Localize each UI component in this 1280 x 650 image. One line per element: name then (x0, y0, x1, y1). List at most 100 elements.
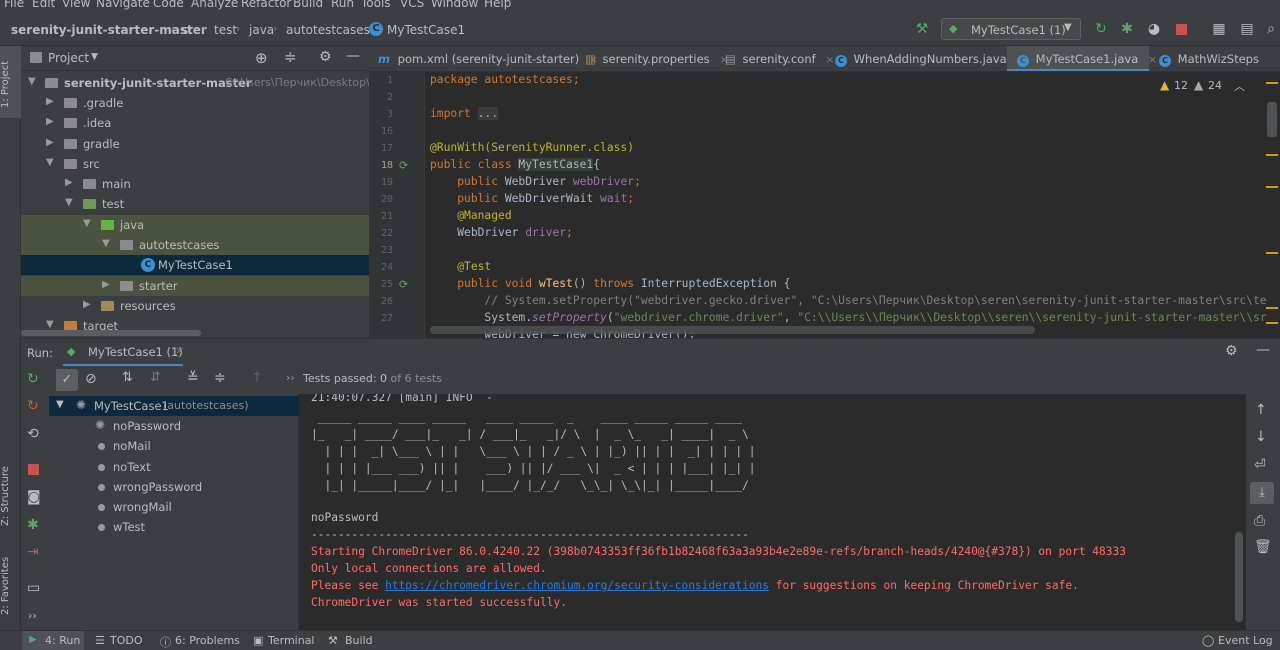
toggle-auto-test-icon[interactable]: ⟲ (27, 426, 39, 442)
tab-mathwizsteps[interactable]: C MathWizSteps (1149, 46, 1280, 71)
tab-run-mytestcase1[interactable]: ◆ MyTestCase1 (1) × (63, 339, 184, 367)
tree-item-idea[interactable]: ▶ .idea (21, 113, 369, 133)
debug-icon[interactable]: ✱ (1118, 20, 1136, 38)
layout-icon[interactable]: ▭ (27, 580, 40, 596)
project-tab-label[interactable]: 1: Project (0, 54, 21, 114)
coverage-icon[interactable]: ◕ (1145, 20, 1163, 38)
expand-all-icon[interactable]: ≚ (187, 370, 199, 386)
menu-help[interactable]: Help (484, 0, 511, 10)
debug-icon[interactable]: ✱ (27, 517, 39, 533)
test-row[interactable]: wTest (49, 517, 299, 537)
project-structure-icon[interactable]: ▦ (1210, 20, 1228, 38)
rerun-icon[interactable]: ↻ (1092, 20, 1110, 38)
tab-mytestcase1-java[interactable]: C MyTestCase1.java × (1007, 46, 1157, 71)
warning-marker[interactable] (1266, 186, 1278, 188)
breadcrumb-project[interactable]: serenity-junit-starter-master (11, 23, 207, 37)
menu-edit[interactable]: Edit (32, 0, 55, 10)
trash-icon[interactable]: 🗑 (1254, 539, 1272, 555)
sdk-icon[interactable]: ▤ (1238, 20, 1256, 38)
up-arrow-icon[interactable]: ↑ (1255, 402, 1267, 418)
tree-item-autotestcases[interactable]: ▼ autotestcases (21, 235, 369, 255)
rerun-icon[interactable]: ↻ (27, 371, 39, 387)
gear-icon[interactable]: ⚙ (1225, 343, 1238, 359)
soft-wrap-icon[interactable]: ⏎ (1254, 457, 1266, 473)
chevron-down-icon[interactable]: ▼ (91, 52, 98, 62)
error-stripe[interactable] (1266, 72, 1280, 338)
gear-icon[interactable]: ⚙ (319, 49, 332, 65)
breadcrumb-test[interactable]: test (214, 23, 237, 37)
menu-view[interactable]: View (62, 0, 90, 10)
tab-run-tool[interactable]: ▶ 4: Run (22, 631, 84, 650)
menu-navigate[interactable]: Navigate (96, 0, 150, 10)
vertical-scrollbar-thumb[interactable] (1235, 532, 1243, 622)
sort-by-duration-icon[interactable]: ⇵ (150, 370, 161, 385)
test-row[interactable]: noText (49, 457, 299, 477)
stop-icon[interactable] (28, 464, 39, 475)
tree-item-project-root[interactable]: ▼ serenity-junit-starter-master C:\Users… (21, 73, 369, 93)
menu-window[interactable]: Window (431, 0, 478, 10)
menu-analyze[interactable]: Analyze (191, 0, 238, 10)
menu-run[interactable]: Run (331, 0, 354, 10)
test-row[interactable]: wrongMail (49, 497, 299, 517)
menu-refactor[interactable]: Refactor (241, 0, 291, 10)
tab-terminal[interactable]: Terminal (268, 634, 315, 647)
tree-item-gradle[interactable]: ▶ gradle (21, 134, 369, 154)
tab-pom-xml[interactable]: m pom.xml (serenity-junit-starter) × (369, 46, 598, 71)
tree-item-resources[interactable]: ▶ resources (21, 296, 369, 316)
sort-alphabetically-icon[interactable]: ⇅ (122, 370, 133, 385)
locate-file-icon[interactable]: ⊕ (255, 49, 268, 67)
camera-icon[interactable]: ◙ (27, 489, 41, 505)
tree-item-test[interactable]: ▼ test (21, 194, 369, 214)
tab-when-adding-numbers[interactable]: C WhenAddingNumbers.java × (825, 46, 1026, 71)
run-test-gutter-icon[interactable]: ⟳ (399, 278, 408, 291)
menu-code[interactable]: Code (153, 0, 184, 10)
more-icon[interactable]: ›› (286, 371, 295, 384)
import-tests-icon[interactable]: ⇥ (27, 544, 39, 560)
stop-icon[interactable] (1172, 20, 1190, 38)
menu-tools[interactable]: Tools (361, 0, 391, 10)
scroll-to-end-toggle[interactable]: ⤓ (1250, 482, 1274, 504)
rerun-failed-icon[interactable]: ↻ (27, 398, 39, 414)
more-icon[interactable]: ›› (28, 609, 37, 622)
favorites-tab-label[interactable]: 2: Favorites (0, 546, 21, 626)
test-row[interactable]: noMail (49, 436, 299, 456)
warning-marker[interactable] (1266, 82, 1278, 84)
project-panel-title[interactable]: Project (48, 51, 89, 65)
collapse-all-icon[interactable]: ≑ (214, 370, 226, 386)
hide-icon[interactable]: — (346, 48, 360, 64)
tab-todo[interactable]: TODO (110, 634, 143, 647)
tab-serenity-properties[interactable]: ▥ serenity.properties × (577, 46, 729, 71)
breadcrumb-src[interactable]: src (182, 23, 200, 37)
tree-item-starter[interactable]: ▶ starter (21, 276, 369, 296)
folded-code[interactable]: ... (477, 107, 499, 120)
menu-vcs[interactable]: VCS (400, 0, 424, 10)
horizontal-scrollbar[interactable] (21, 330, 201, 336)
structure-tab-label[interactable]: Z: Structure (0, 456, 21, 536)
breadcrumb-file[interactable]: MyTestCase1 (387, 23, 465, 37)
tab-serenity-conf[interactable]: ▤ serenity.conf × (717, 46, 835, 71)
test-suite-row[interactable]: ▼ ✺ MyTestCase1 (autotestcases) (49, 396, 299, 416)
tree-item-java[interactable]: ▼ java (21, 215, 369, 235)
horizontal-scrollbar[interactable] (430, 326, 1035, 334)
show-ignored-icon[interactable]: ⊘ (85, 371, 97, 387)
console-link[interactable]: https://chromedriver.chromium.org/securi… (385, 579, 769, 592)
run-config-select[interactable]: ◆ MyTestCase1 (1) ▼ (941, 18, 1081, 40)
test-row[interactable]: ✺ noPassword (49, 416, 299, 436)
menu-build[interactable]: Build (293, 0, 323, 10)
warning-marker[interactable] (1266, 154, 1278, 156)
previous-failed-icon[interactable]: ↑ (251, 370, 263, 386)
code-editor[interactable]: package autotestcases; import ... @RunWi… (426, 72, 1266, 338)
tree-item-gradle-dir[interactable]: ▶ .gradle (21, 93, 369, 113)
print-icon[interactable]: ⎙ (1254, 513, 1265, 529)
breadcrumb-java[interactable]: java (249, 23, 274, 37)
warning-marker[interactable] (1266, 322, 1278, 324)
tab-problems[interactable]: 6: Problems (175, 634, 240, 647)
hammer-build-icon[interactable]: ⚒ (913, 20, 931, 38)
tree-item-main[interactable]: ▶ main (21, 174, 369, 194)
tab-build[interactable]: Build (345, 634, 373, 647)
menu-file[interactable]: File (4, 0, 24, 10)
run-test-gutter-icon[interactable]: ⟳ (399, 159, 408, 172)
inspection-widget[interactable]: ▲ 12 ▲ 24 ︿ (1158, 78, 1258, 96)
tree-item-mytestcase1[interactable]: C MyTestCase1 (21, 255, 369, 275)
console-output[interactable]: 21:40:07.327 [main] INFO - _____ _____ _… (300, 394, 1246, 630)
